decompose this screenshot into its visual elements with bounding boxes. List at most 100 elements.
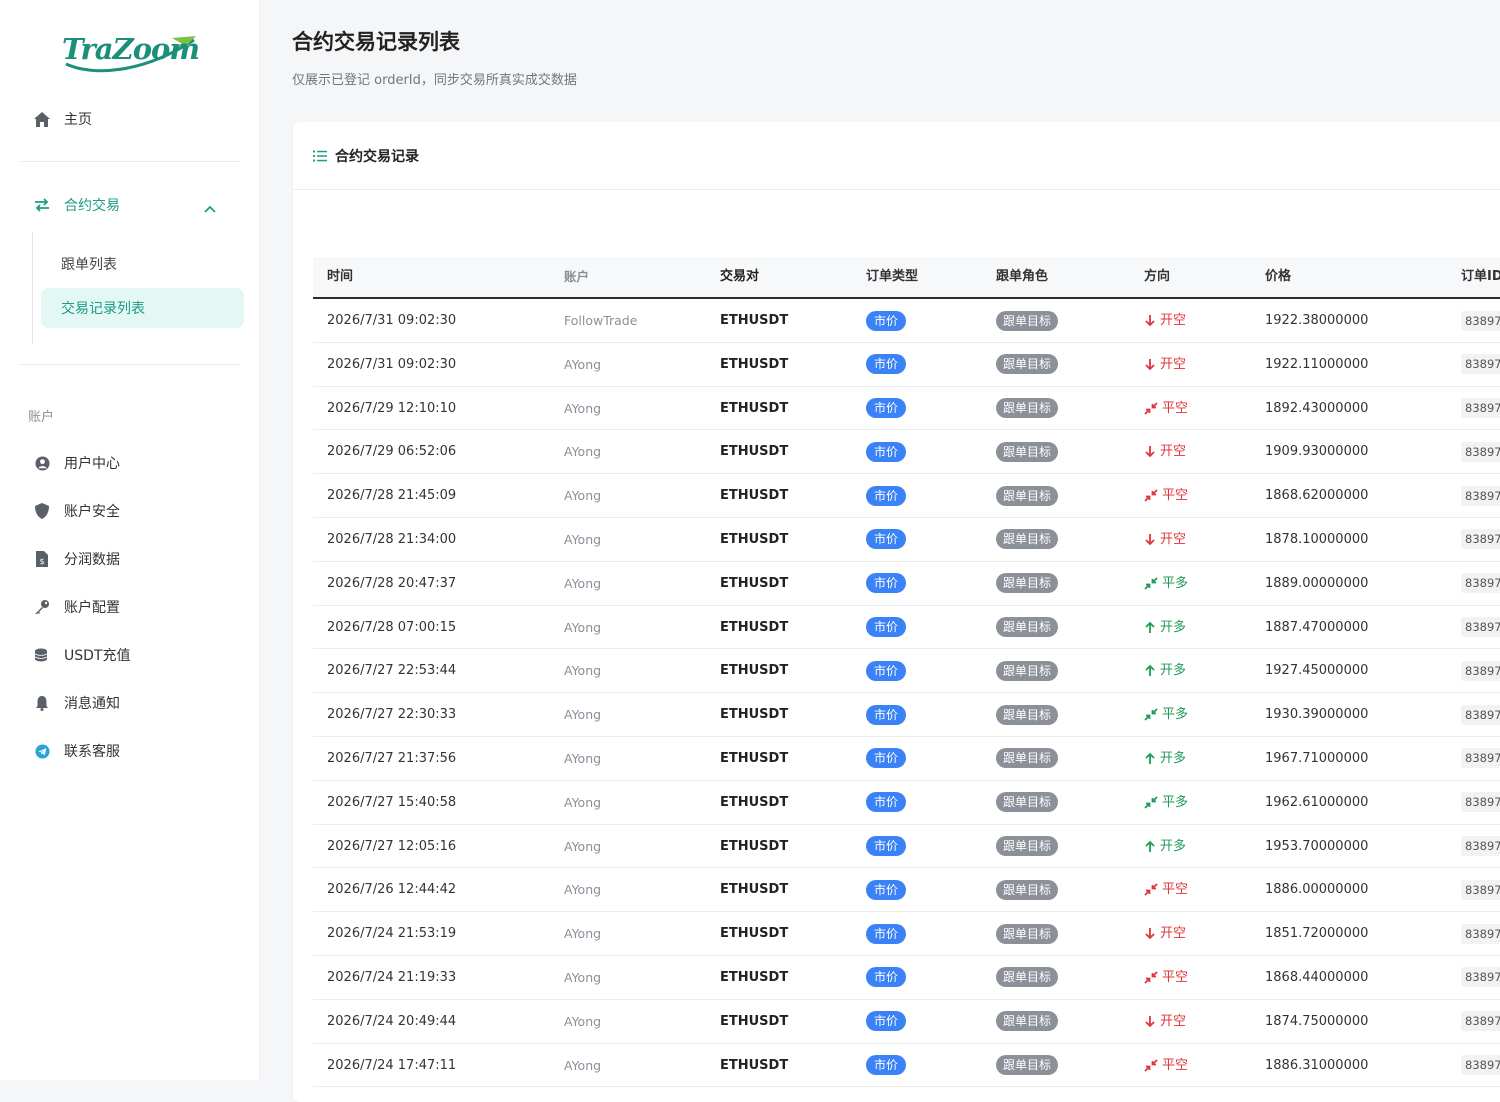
table-row[interactable]: 2026/7/28 07:00:15 AYong ETHUSDT 市价 跟单目标 开多 18… xyxy=(313,606,1500,650)
sidebar: TraZoom 主页 合约交易 跟单列表 交易记录列表 账户 用户中心 账户安全… xyxy=(0,0,260,1080)
cell-direction: 平多 xyxy=(1144,562,1188,605)
cell-order-type: 市价 xyxy=(866,649,907,692)
order-id-tag[interactable]: 83897 xyxy=(1461,354,1500,375)
order-id-tag[interactable]: 83897 xyxy=(1461,660,1500,681)
compress-icon xyxy=(1144,971,1162,984)
col-header-order-id[interactable]: 订单ID xyxy=(1461,257,1500,297)
table-row[interactable]: 2026/7/31 09:02:30 AYong ETHUSDT 市价 跟单目标 开空 19… xyxy=(313,343,1500,387)
section-label-account: 账户 xyxy=(28,410,55,425)
nav-account-config[interactable]: 账户配置 xyxy=(20,587,244,627)
chevron-up-icon[interactable] xyxy=(204,198,216,217)
sub-item-follow-list[interactable]: 跟单列表 xyxy=(41,244,244,284)
table-row[interactable]: 2026/7/28 21:34:00 AYong ETHUSDT 市价 跟单目标 开空 18… xyxy=(313,518,1500,562)
table-row[interactable]: 2026/7/27 12:05:16 AYong ETHUSDT 市价 跟单目标 开多 19… xyxy=(313,825,1500,869)
nav-account-security[interactable]: 账户安全 xyxy=(20,491,244,531)
order-id-tag[interactable]: 83897 xyxy=(1461,923,1500,944)
col-header-order-type[interactable]: 订单类型 xyxy=(866,257,918,297)
nav-profit-data-label: 分润数据 xyxy=(64,552,120,568)
role-badge: 跟单目标 xyxy=(996,836,1059,857)
compress-icon xyxy=(1144,796,1162,809)
order-id-tag[interactable]: 83897 xyxy=(1461,748,1500,769)
order-id-tag[interactable]: 83897 xyxy=(1461,398,1500,419)
table-row[interactable]: 2026/7/26 12:44:42 AYong ETHUSDT 市价 跟单目标 平空 18… xyxy=(313,868,1500,913)
table-row[interactable]: 2026/7/28 21:45:09 AYong ETHUSDT 市价 跟单目标 平空 18… xyxy=(313,474,1500,518)
cell-order-id: 83897 xyxy=(1461,1000,1500,1043)
table-row[interactable]: 2026/7/24 17:47:11 AYong ETHUSDT 市价 跟单目标 平空 18… xyxy=(313,1044,1500,1088)
nav-user-center[interactable]: 用户中心 xyxy=(20,443,244,483)
table-row[interactable]: 2026/7/29 06:52:06 AYong ETHUSDT 市价 跟单目标 开空 19… xyxy=(313,430,1500,475)
table-row[interactable]: 2026/7/29 12:10:10 AYong ETHUSDT 市价 跟单目标 平空 18… xyxy=(313,387,1500,431)
cell-order-id: 83897 xyxy=(1461,912,1500,955)
direction-label: 开空 xyxy=(1144,518,1186,561)
table-row[interactable]: 2026/7/27 22:30:33 AYong ETHUSDT 市价 跟单目标 平多 19… xyxy=(313,693,1500,737)
market-badge: 市价 xyxy=(866,923,907,944)
card-header: 合约交易记录 xyxy=(293,122,1500,190)
col-header-price[interactable]: 价格 xyxy=(1265,257,1291,297)
table-row[interactable]: 2026/7/27 21:37:56 AYong ETHUSDT 市价 跟单目标 开多 19… xyxy=(313,737,1500,781)
nav-notifications[interactable]: 消息通知 xyxy=(20,683,244,723)
sub-item-trade-records[interactable]: 交易记录列表 xyxy=(41,288,244,328)
telegram-icon xyxy=(32,741,52,761)
direction-label: 开空 xyxy=(1144,343,1186,386)
direction-label: 平空 xyxy=(1144,1044,1188,1087)
nav-contract-trading[interactable]: 合约交易 xyxy=(20,185,244,225)
order-id-tag[interactable]: 83897 xyxy=(1461,704,1500,725)
cell-pair: ETHUSDT xyxy=(720,400,789,416)
order-id-tag[interactable]: 83897 xyxy=(1461,573,1500,594)
table-row[interactable]: 2026/7/24 21:19:33 AYong ETHUSDT 市价 跟单目标 平空 18… xyxy=(313,956,1500,1000)
order-id-tag[interactable]: 83897 xyxy=(1461,310,1500,331)
direction-text: 平多 xyxy=(1162,794,1189,810)
order-id-tag[interactable]: 83897 xyxy=(1461,967,1500,988)
cell-pair: ETHUSDT xyxy=(720,707,789,723)
col-header-follow-role[interactable]: 跟单角色 xyxy=(996,257,1048,297)
cell-order-type: 市价 xyxy=(866,1044,907,1087)
direction-text: 平多 xyxy=(1162,707,1189,723)
order-id-tag[interactable]: 83897 xyxy=(1461,1055,1500,1076)
nav-profit-data[interactable]: $ 分润数据 xyxy=(20,539,244,579)
direction-label: 平空 xyxy=(1144,387,1188,430)
table-row[interactable]: 2026/7/28 20:47:37 AYong ETHUSDT 市价 跟单目标 平多 18… xyxy=(313,562,1500,606)
nav-usdt-recharge[interactable]: USDT充值 xyxy=(20,635,244,675)
table-row[interactable]: 2026/7/27 22:53:44 AYong ETHUSDT 市价 跟单目标 开多 19… xyxy=(313,649,1500,694)
cell-follow-role: 跟单目标 xyxy=(996,1044,1059,1087)
col-header-account[interactable]: 账户 xyxy=(564,257,589,297)
cell-order-id: 83897 xyxy=(1461,299,1500,342)
market-badge: 市价 xyxy=(866,660,907,681)
order-id-tag[interactable]: 83897 xyxy=(1461,529,1500,550)
role-badge: 跟单目标 xyxy=(996,1011,1059,1032)
cell-direction: 开空 xyxy=(1144,430,1186,473)
role-badge: 跟单目标 xyxy=(996,704,1059,725)
key-icon xyxy=(32,597,52,617)
order-id-tag[interactable]: 83897 xyxy=(1461,836,1500,857)
cell-order-id: 83897 xyxy=(1461,781,1500,824)
direction-text: 平多 xyxy=(1162,575,1189,591)
col-header-direction[interactable]: 方向 xyxy=(1144,257,1170,297)
order-id-tag[interactable]: 83897 xyxy=(1461,879,1500,900)
direction-text: 平空 xyxy=(1162,400,1189,416)
table-row[interactable]: 2026/7/24 21:53:19 AYong ETHUSDT 市价 跟单目标 开空 18… xyxy=(313,912,1500,956)
nav-home[interactable]: 主页 xyxy=(20,99,244,139)
cell-account: AYong xyxy=(564,1057,602,1073)
table-header: 时间 账户 交易对 订单类型 跟单角色 方向 价格 订单ID xyxy=(313,257,1500,299)
nav-contact-support[interactable]: 联系客服 xyxy=(20,731,244,771)
cell-follow-role: 跟单目标 xyxy=(996,956,1059,999)
order-id-tag[interactable]: 83897 xyxy=(1461,485,1500,506)
order-id-tag[interactable]: 83897 xyxy=(1461,1011,1500,1032)
cell-follow-role: 跟单目标 xyxy=(996,430,1059,473)
role-badge: 跟单目标 xyxy=(996,879,1059,900)
direction-text: 开多 xyxy=(1160,663,1187,679)
table-row[interactable]: 2026/7/31 09:02:30 FollowTrade ETHUSDT 市价 跟单… xyxy=(313,299,1500,343)
table-row[interactable]: 2026/7/24 20:49:44 AYong ETHUSDT 市价 跟单目标 开空 18… xyxy=(313,1000,1500,1044)
trazoom-logo[interactable]: TraZoom xyxy=(62,30,200,74)
order-id-tag[interactable]: 83897 xyxy=(1461,792,1500,813)
cell-order-id: 83897 xyxy=(1461,343,1500,386)
order-id-tag[interactable]: 83897 xyxy=(1461,441,1500,462)
cell-time: 2026/7/27 21:37:56 xyxy=(327,750,457,766)
table-row[interactable]: 2026/7/27 15:40:58 AYong ETHUSDT 市价 跟单目标 平多 19… xyxy=(313,781,1500,825)
order-id-tag[interactable]: 83897 xyxy=(1461,617,1500,638)
cell-pair: ETHUSDT xyxy=(720,663,789,679)
cell-time: 2026/7/24 21:19:33 xyxy=(327,969,457,985)
direction-text: 平空 xyxy=(1162,969,1189,985)
col-header-time[interactable]: 时间 xyxy=(327,257,353,297)
col-header-pair[interactable]: 交易对 xyxy=(720,257,759,297)
